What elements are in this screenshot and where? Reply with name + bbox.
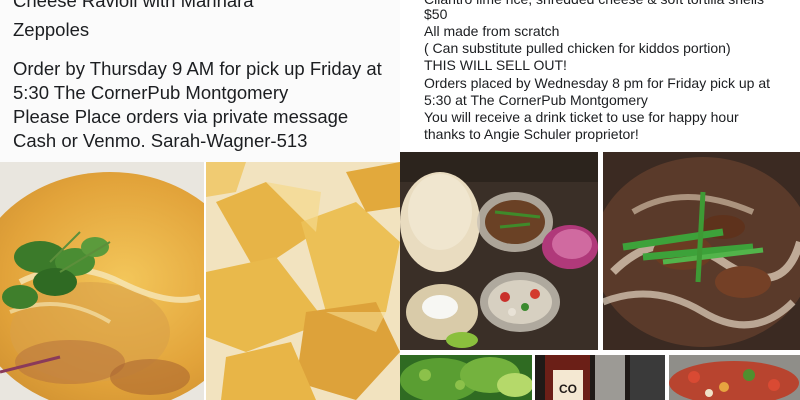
right-post-line: ( Can substitute pulled chicken for kidd… bbox=[424, 40, 731, 56]
right-post-text: Cilantro lime rice, shredded cheese & so… bbox=[400, 0, 800, 152]
right-post-line: All made from scratch bbox=[424, 23, 560, 39]
right-post-line: thanks to Angie Schuler proprietor! bbox=[424, 126, 639, 142]
left-post-line: Please Place orders via private message bbox=[13, 106, 349, 127]
svg-text:CO: CO bbox=[559, 382, 577, 396]
hot-sauce-photo: CO bbox=[535, 355, 665, 400]
right-post-line: Cilantro lime rice, shredded cheese & so… bbox=[424, 0, 764, 8]
meat-onions-photo bbox=[603, 152, 800, 350]
guacamole-photo bbox=[400, 355, 532, 400]
left-post-text: Cheese Ravioli with Marinara Zeppoles Or… bbox=[0, 0, 400, 162]
left-post-line: Order by Thursday 9 AM for pick up Frida… bbox=[13, 58, 382, 79]
right-post-line: You will receive a drink ticket to use f… bbox=[424, 109, 739, 125]
right-post-line: Orders placed by Wednesday 8 pm for Frid… bbox=[424, 75, 771, 91]
taco-kit-photo bbox=[400, 152, 598, 350]
right-post-line: $50 bbox=[424, 6, 448, 22]
right-post-line: THIS WILL SELL OUT! bbox=[424, 57, 567, 73]
left-post-line: Zeppoles bbox=[13, 19, 90, 40]
right-post-line: 5:30 at The CornerPub Montgomery bbox=[424, 92, 648, 108]
left-post-line: Cash or Venmo. Sarah-Wagner-513 bbox=[13, 130, 308, 151]
ravioli-soup-photo bbox=[0, 162, 204, 400]
salsa-photo bbox=[669, 355, 800, 400]
left-post-line: Cheese Ravioli with Marinara bbox=[13, 0, 254, 11]
zeppoles-photo bbox=[206, 162, 400, 400]
left-post-line: 5:30 The CornerPub Montgomery bbox=[13, 82, 289, 103]
